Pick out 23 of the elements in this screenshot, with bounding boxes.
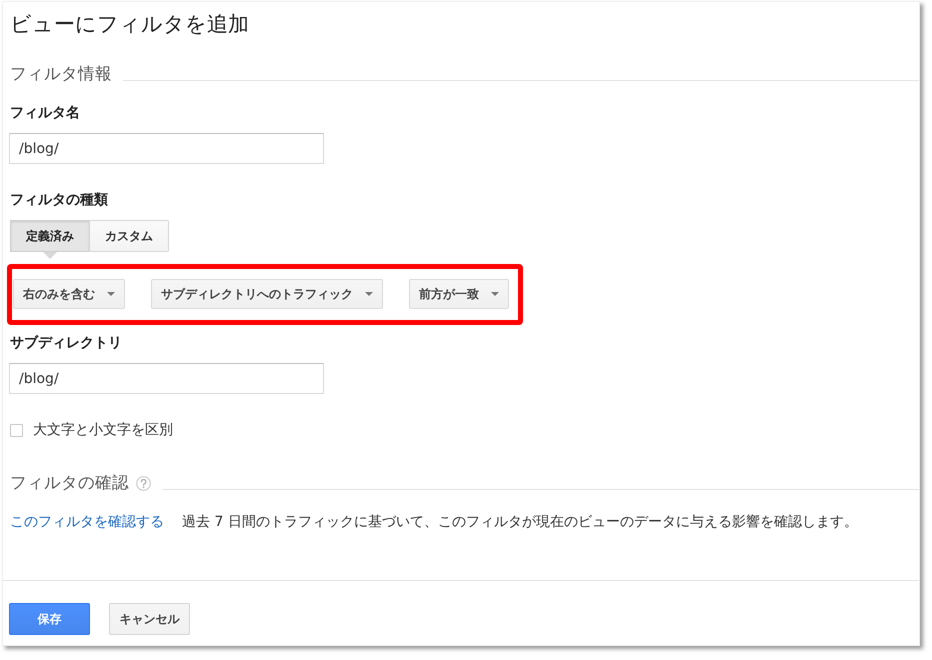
section-heading: フィルタ情報 xyxy=(10,63,112,85)
dropdown[interactable]: サブディレクトリへのトラフィック xyxy=(151,279,383,309)
cancel-button[interactable]: キャンセル xyxy=(109,603,190,635)
filter-type-tab[interactable]: カスタム xyxy=(89,220,169,252)
text-input[interactable]: /blog/ xyxy=(9,133,324,164)
dialog-title: ビューにフィルタを追加 xyxy=(10,11,250,38)
text-input[interactable]: /blog/ xyxy=(9,363,324,394)
caret-icon xyxy=(365,292,373,296)
dropdown[interactable]: 前方が一致 xyxy=(409,279,509,309)
caret-icon xyxy=(107,292,115,296)
caret-icon xyxy=(491,292,499,296)
field-label: フィルタ名 xyxy=(10,104,80,123)
filter-type-tab[interactable]: 定義済み xyxy=(10,220,90,252)
field-label: サブディレクトリ xyxy=(10,334,122,353)
section-heading: フィルタの確認 xyxy=(10,472,129,494)
pointer-icon xyxy=(42,252,56,259)
description-text: 過去 7 日間のトラフィックに基づいて、このフィルタが現在のビューのデータに与える影響を確認します。 xyxy=(182,513,858,532)
checkbox[interactable] xyxy=(10,424,23,436)
checkbox-label: 大文字と小文字を区別 xyxy=(33,421,173,440)
verify-link[interactable]: このフィルタを確認する xyxy=(10,512,164,532)
help-icon[interactable] xyxy=(136,476,151,490)
field-label: フィルタの種類 xyxy=(10,191,108,210)
dropdown[interactable]: 右のみを含む xyxy=(13,279,125,309)
